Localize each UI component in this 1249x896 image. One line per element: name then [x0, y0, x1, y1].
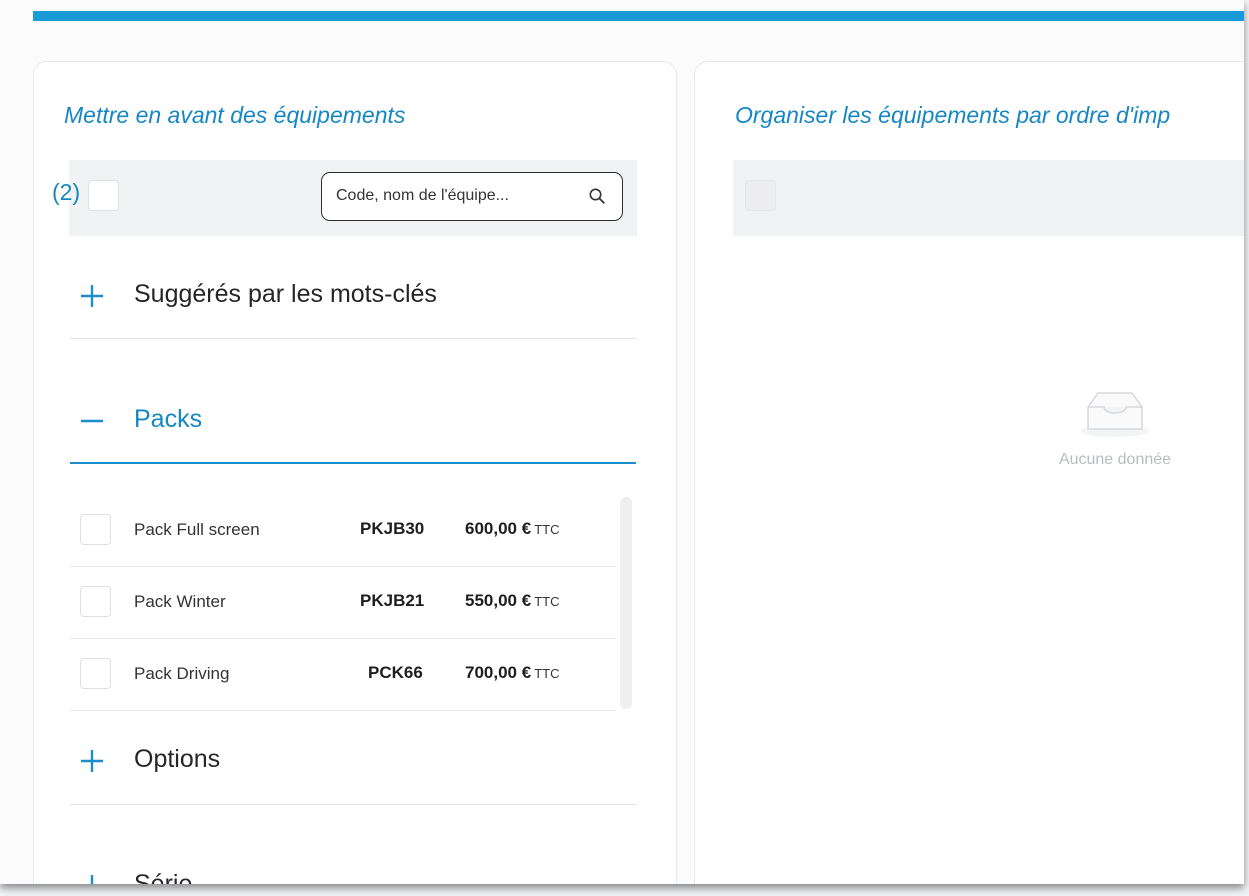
- tax-label: TTC: [534, 522, 560, 537]
- row-checkbox[interactable]: [80, 658, 111, 689]
- empty-state-text: Aucune donnée: [1058, 451, 1172, 468]
- order-toolbar: [733, 160, 1244, 236]
- empty-state: Aucune donnée: [1040, 387, 1190, 469]
- row-checkbox[interactable]: [80, 514, 111, 545]
- section-suggested-keywords[interactable]: Suggérés par les mots-clés: [70, 276, 636, 316]
- section-label: Options: [134, 745, 221, 773]
- order-equipment-panel: Organiser les équipements par ordre d'im…: [694, 61, 1244, 884]
- row-checkbox[interactable]: [80, 586, 111, 617]
- equipment-code: PKJB21: [360, 591, 425, 610]
- list-item[interactable]: Pack Driving PCK66 700,00 € TTC: [70, 639, 616, 711]
- section-divider: [70, 804, 636, 805]
- search-icon[interactable]: [588, 187, 606, 205]
- equipment-name: Pack Full screen: [134, 520, 260, 539]
- list-item[interactable]: Pack Full screen PKJB30 600,00 € TTC: [70, 495, 616, 567]
- price-value: 550,00 €: [465, 591, 532, 610]
- section-label: Packs: [134, 405, 203, 433]
- minus-icon[interactable]: [80, 409, 104, 433]
- panel-title: Organiser les équipements par ordre d'im…: [735, 102, 1171, 128]
- tax-label: TTC: [534, 594, 560, 609]
- inbox-icon: [1081, 392, 1149, 437]
- section-packs[interactable]: Packs: [70, 401, 636, 441]
- section-serie[interactable]: Série: [70, 866, 636, 884]
- packs-list: Pack Full screen PKJB30 600,00 € TTC Pack…: [70, 495, 636, 711]
- tax-label: TTC: [534, 666, 560, 681]
- equipment-price: 550,00 € TTC: [465, 591, 559, 611]
- price-value: 700,00 €: [465, 663, 532, 682]
- plus-icon[interactable]: [80, 284, 104, 308]
- panel-title: Mettre en avant des équipements: [64, 102, 406, 128]
- equipment-price: 600,00 € TTC: [465, 519, 559, 539]
- equipment-price: 700,00 € TTC: [465, 663, 559, 683]
- section-label: Suggérés par les mots-clés: [134, 280, 437, 308]
- section-divider-active: [70, 462, 636, 464]
- top-accent-bar: [33, 11, 1244, 21]
- list-scrollbar[interactable]: [620, 497, 632, 709]
- plus-icon[interactable]: [80, 749, 104, 773]
- equipment-code: PCK66: [368, 663, 423, 682]
- price-value: 600,00 €: [465, 519, 532, 538]
- app-frame: Mettre en avant des équipements Organise…: [0, 0, 1244, 884]
- equipment-name: Pack Winter: [134, 592, 226, 611]
- section-label: Série: [134, 870, 193, 884]
- list-item[interactable]: Pack Winter PKJB21 550,00 € TTC: [70, 567, 616, 639]
- search-input[interactable]: [336, 183, 576, 209]
- section-options[interactable]: Options: [70, 741, 636, 781]
- equipment-code: PKJB30: [360, 519, 425, 538]
- plus-icon[interactable]: [80, 874, 104, 884]
- equipment-name: Pack Driving: [134, 664, 230, 683]
- select-all-checkbox[interactable]: [88, 180, 119, 211]
- select-all-checkbox[interactable]: [745, 180, 776, 211]
- selection-count: (2): [52, 179, 81, 205]
- section-divider: [70, 338, 636, 339]
- equipment-search-field[interactable]: [321, 172, 623, 221]
